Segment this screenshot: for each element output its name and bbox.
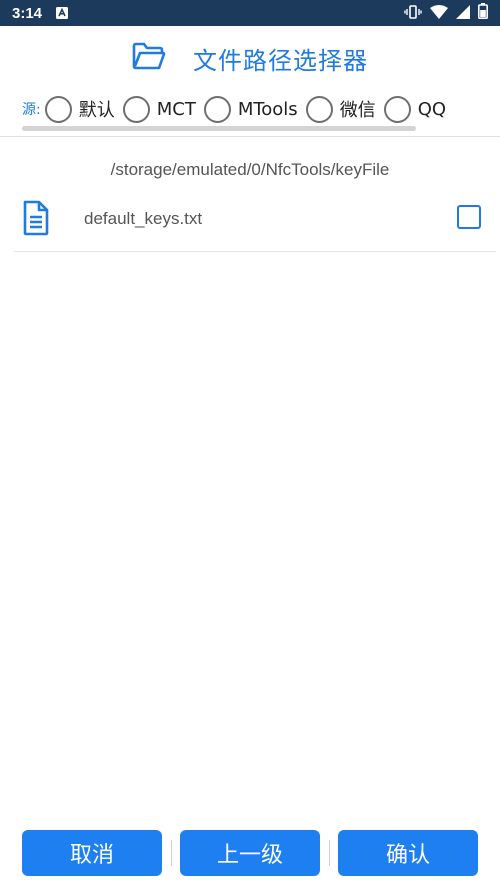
cancel-button[interactable]: 取消 bbox=[22, 830, 162, 876]
source-selector: 源: 默认 MCT MTools 微信 QQ bbox=[0, 90, 500, 128]
dialog-header: 文件路径选择器 bbox=[0, 26, 500, 86]
source-option-label: 默认 bbox=[78, 100, 115, 121]
file-text-icon bbox=[22, 200, 50, 240]
confirm-button[interactable]: 确认 bbox=[338, 830, 478, 876]
radio-button[interactable] bbox=[305, 95, 333, 123]
file-checkbox[interactable] bbox=[457, 205, 481, 229]
wifi-icon bbox=[430, 4, 448, 23]
source-option-mct[interactable]: MCT bbox=[122, 95, 196, 123]
radio-button[interactable] bbox=[203, 95, 231, 123]
file-name: default_keys.txt bbox=[84, 209, 203, 228]
source-option-label: QQ bbox=[417, 98, 447, 120]
list-item[interactable]: default_keys.txt bbox=[14, 192, 496, 252]
button-separator bbox=[329, 840, 330, 866]
folder-open-icon bbox=[132, 42, 166, 74]
source-option-label: 微信 bbox=[339, 100, 376, 121]
button-separator bbox=[171, 840, 172, 866]
source-option-default[interactable]: 默认 bbox=[44, 95, 115, 123]
signal-icon bbox=[456, 4, 470, 23]
status-bar: 3:14 bbox=[0, 0, 500, 26]
battery-icon bbox=[478, 3, 488, 23]
horizontal-scrollbar[interactable] bbox=[22, 126, 416, 131]
source-option-label: MCT bbox=[156, 98, 196, 120]
vibrate-icon bbox=[404, 4, 422, 23]
source-option-wechat[interactable]: 微信 bbox=[305, 95, 376, 123]
radio-button[interactable] bbox=[122, 95, 150, 123]
divider bbox=[0, 136, 500, 137]
source-option-label: MTools bbox=[237, 98, 298, 120]
page-title: 文件路径选择器 bbox=[193, 47, 368, 75]
parent-directory-button[interactable]: 上一级 bbox=[180, 830, 320, 876]
source-option-qq[interactable]: QQ bbox=[383, 95, 447, 123]
radio-button[interactable] bbox=[44, 95, 72, 123]
radio-button[interactable] bbox=[383, 95, 411, 123]
source-option-mtools[interactable]: MTools bbox=[203, 95, 298, 123]
status-time: 3:14 bbox=[12, 4, 43, 22]
source-label: 源: bbox=[22, 102, 41, 118]
notification-a-icon bbox=[56, 7, 69, 19]
current-path: /storage/emulated/0/NfcTools/keyFile bbox=[110, 160, 390, 179]
action-bar: 取消 上一级 确认 bbox=[0, 830, 500, 876]
